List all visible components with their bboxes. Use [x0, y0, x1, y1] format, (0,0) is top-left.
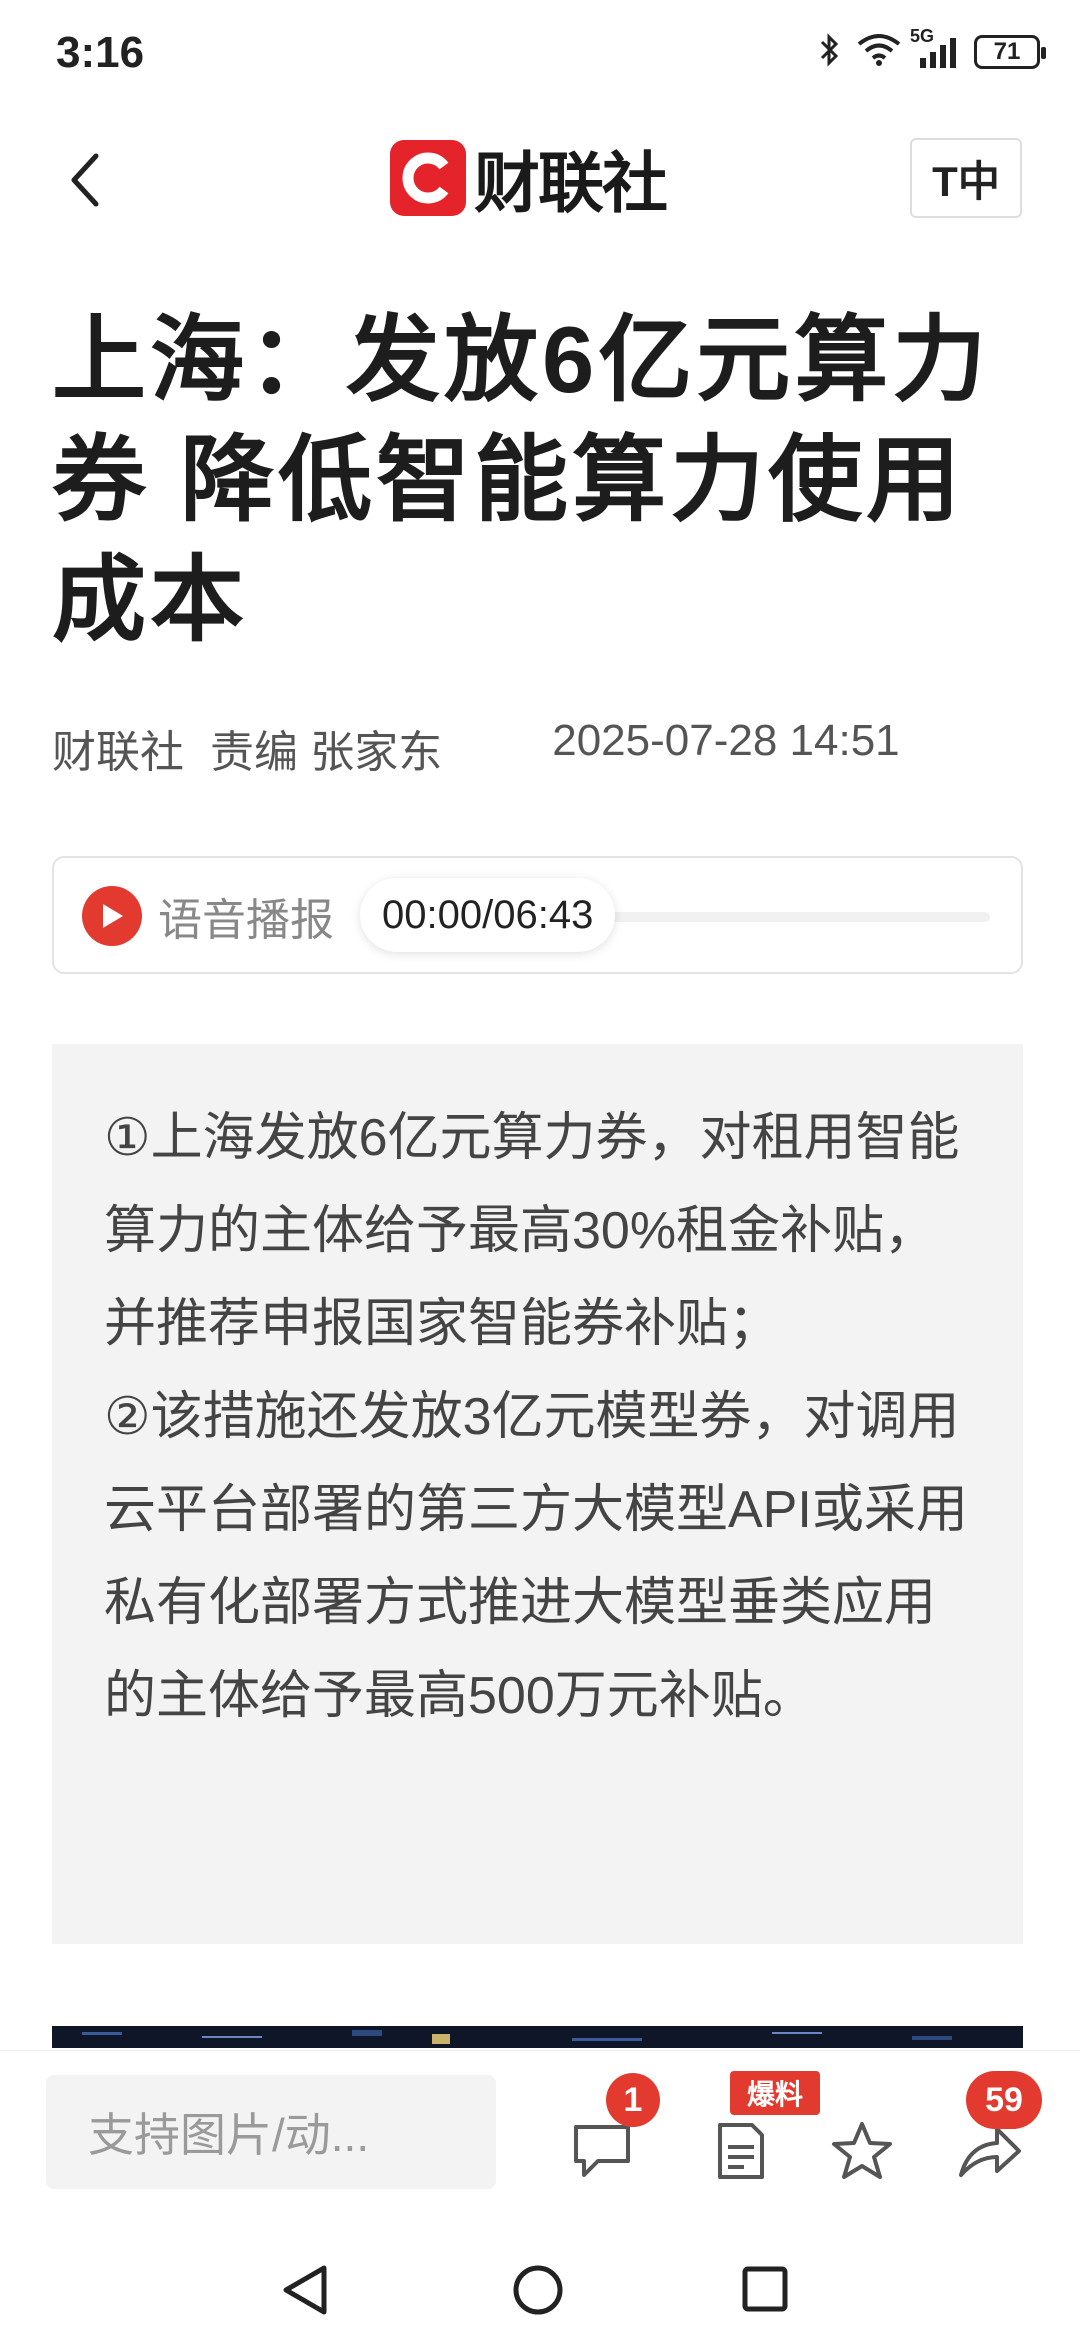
report-icon [718, 2123, 764, 2179]
bluetooth-icon [818, 32, 842, 73]
report-tip-button[interactable] [700, 2111, 780, 2191]
nav-home-icon [513, 2265, 563, 2315]
font-size-toggle-button[interactable]: T中 [910, 138, 1022, 218]
favorite-button[interactable] [822, 2111, 902, 2191]
nav-recents-icon [742, 2266, 788, 2312]
system-nav-bar [0, 2240, 1080, 2340]
share-icon [959, 2127, 1021, 2177]
status-icons: 5G 71 [818, 26, 1046, 74]
audio-label: 语音播报 [158, 896, 334, 945]
summary-text: ①上海发放6亿元算力券，对租用智能算力的主体给予最高30%租金补贴，并推荐申报国… [104, 1109, 968, 1725]
nav-recents-button[interactable] [740, 2264, 790, 2319]
battery-icon: 71 [974, 35, 1046, 69]
article-title: 上海：发放6亿元算力券 降低智能算力使用成本 [52, 307, 991, 652]
article-image[interactable] [52, 2026, 1023, 2048]
nav-back-icon [283, 2265, 327, 2315]
status-bar: 3:16 5G 71 [0, 0, 1080, 100]
comment-icon [574, 2125, 630, 2177]
back-button[interactable] [60, 148, 110, 212]
article-datetime: 2025-07-28 14:51 [552, 716, 900, 765]
nav-back-button[interactable] [280, 2262, 330, 2323]
star-icon [832, 2122, 892, 2179]
nav-home-button[interactable] [510, 2262, 566, 2323]
play-icon [103, 904, 123, 928]
article-meta: 财联社 责编 张家东 2025-07-28 14:51 [52, 716, 900, 780]
article-summary: ①上海发放6亿元算力券，对租用智能算力的主体给予最高30%租金补贴，并推荐申报国… [52, 1044, 1023, 1944]
cellular-signal-icon: 5G [910, 26, 960, 70]
status-time: 3:16 [56, 28, 145, 77]
logo-mark-icon [390, 140, 466, 216]
bottom-action-bar: 支持图片/动... 1 爆料 59 [0, 2050, 1080, 2241]
back-arrow-icon [71, 153, 99, 207]
share-count-badge: 59 [966, 2071, 1042, 2129]
comment-count-badge: 1 [606, 2073, 660, 2127]
logo-text: 财联社 [474, 146, 668, 220]
battery-level: 71 [993, 38, 1021, 65]
tip-badge: 爆料 [730, 2071, 820, 2115]
play-button[interactable] [82, 886, 142, 946]
comment-input[interactable]: 支持图片/动... [46, 2075, 496, 2189]
article-source[interactable]: 财联社 [52, 716, 184, 780]
wifi-icon [856, 32, 902, 73]
article-editor: 责编 张家东 [210, 728, 443, 777]
audio-player: 语音播报 00:00/06:43 [52, 856, 1023, 974]
audio-time[interactable]: 00:00/06:43 [360, 878, 616, 952]
network-type: 5G [910, 26, 935, 46]
app-logo: 财联社 [390, 138, 668, 220]
